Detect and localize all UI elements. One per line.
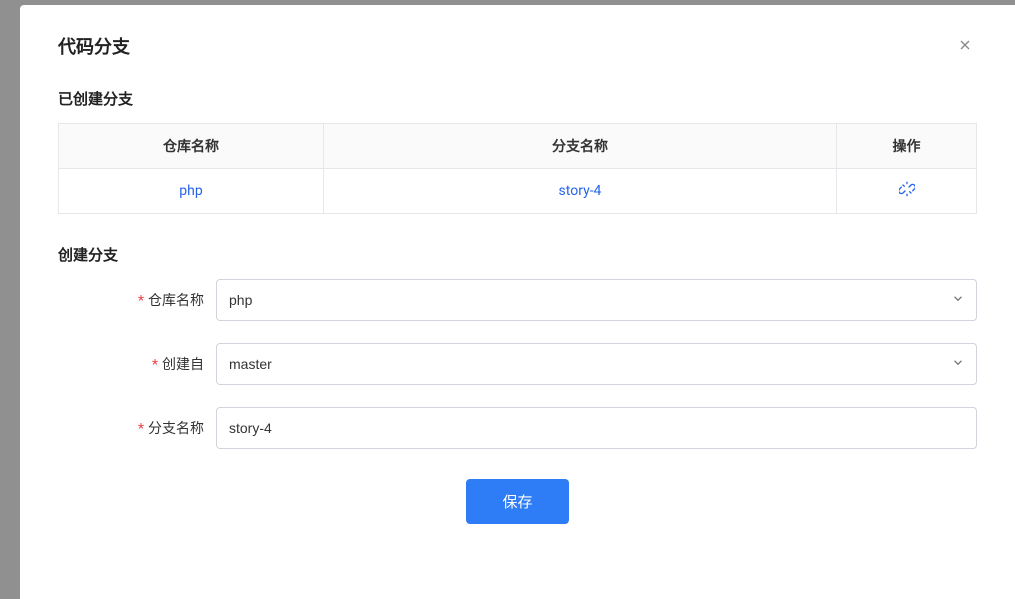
- col-branch-name: 分支名称: [324, 124, 837, 169]
- col-action: 操作: [837, 124, 977, 169]
- label-from: *创建自: [58, 354, 216, 374]
- form-row-branch: *分支名称: [58, 407, 977, 449]
- from-select[interactable]: master: [216, 343, 977, 385]
- form-row-from: *创建自 master: [58, 343, 977, 385]
- unlink-icon[interactable]: [899, 181, 915, 197]
- table-header-row: 仓库名称 分支名称 操作: [59, 124, 977, 169]
- branch-input-wrap: [216, 407, 977, 449]
- branch-input[interactable]: [216, 407, 977, 449]
- col-repo-name: 仓库名称: [59, 124, 324, 169]
- from-select-wrap: master: [216, 343, 977, 385]
- label-from-text: 创建自: [162, 357, 204, 373]
- repo-select[interactable]: php: [216, 279, 977, 321]
- cell-branch-name: story-4: [324, 169, 837, 214]
- required-mark: *: [138, 421, 144, 437]
- cell-action: [837, 169, 977, 214]
- existing-branches-title: 已创建分支: [58, 88, 977, 109]
- repo-select-wrap: php: [216, 279, 977, 321]
- branch-link[interactable]: story-4: [559, 183, 602, 199]
- code-branch-modal: 代码分支 已创建分支 仓库名称 分支名称 操作 php story-4: [20, 5, 1015, 599]
- modal-header: 代码分支: [58, 33, 977, 60]
- label-branch: *分支名称: [58, 418, 216, 438]
- form-row-repo: *仓库名称 php: [58, 279, 977, 321]
- existing-branches-table: 仓库名称 分支名称 操作 php story-4: [58, 123, 977, 214]
- label-branch-text: 分支名称: [148, 421, 204, 437]
- modal-title: 代码分支: [58, 33, 130, 59]
- cell-repo-name: php: [59, 169, 324, 214]
- table-row: php story-4: [59, 169, 977, 214]
- label-repo-text: 仓库名称: [148, 293, 204, 309]
- modal-footer: 保存: [58, 479, 977, 524]
- label-repo: *仓库名称: [58, 290, 216, 310]
- required-mark: *: [138, 293, 144, 309]
- create-branch-title: 创建分支: [58, 244, 977, 265]
- save-button[interactable]: 保存: [466, 479, 568, 524]
- repo-link[interactable]: php: [179, 183, 202, 199]
- close-button[interactable]: [953, 33, 977, 60]
- required-mark: *: [152, 357, 158, 373]
- close-icon: [957, 37, 973, 57]
